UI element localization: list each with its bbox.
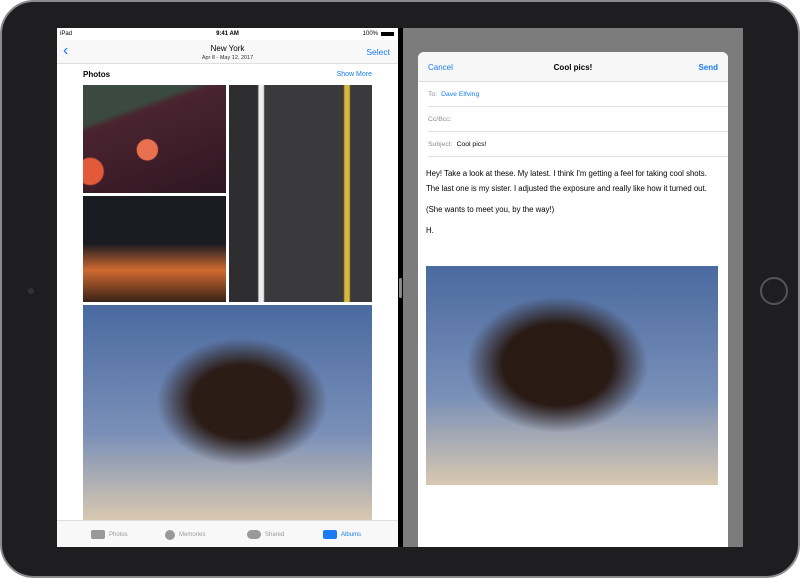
compose-sheet: Cancel Cool pics! Send To: Dave Elfving C… xyxy=(418,52,728,547)
screen: iPad 9:41 AM 100% ‹ New York Apr 8 - May… xyxy=(57,28,743,547)
photo-grapefruit[interactable] xyxy=(83,85,226,193)
cc-bcc-field[interactable]: Cc/Bcc: xyxy=(428,107,728,132)
nav-bar: ‹ New York Apr 8 - May 12, 2017 Select xyxy=(57,40,398,64)
photo-street[interactable] xyxy=(229,85,372,302)
battery-icon xyxy=(381,32,394,36)
tab-bar: Photos Memories Shared Albums xyxy=(57,520,398,547)
albums-icon xyxy=(323,530,337,539)
compose-header: Cancel Cool pics! Send xyxy=(418,52,728,82)
tab-albums[interactable]: Albums xyxy=(323,530,361,539)
to-label: To: xyxy=(428,91,438,98)
cloud-icon xyxy=(247,530,261,539)
to-field[interactable]: To: Dave Elfving xyxy=(428,82,728,107)
battery-percent: 100% xyxy=(362,31,378,37)
compose-title: Cool pics! xyxy=(553,63,593,72)
mail-app-dimmed: Cancel Cool pics! Send To: Dave Elfving C… xyxy=(403,28,743,547)
divider-handle[interactable] xyxy=(399,278,402,298)
send-button[interactable]: Send xyxy=(698,63,718,72)
cc-label: Cc/Bcc: xyxy=(428,116,452,123)
tab-memories[interactable]: Memories xyxy=(165,530,205,540)
status-bar: iPad 9:41 AM 100% xyxy=(57,28,398,40)
section-title: Photos xyxy=(83,70,111,79)
tab-photos[interactable]: Photos xyxy=(91,530,128,539)
subject-value: Cool pics! xyxy=(456,141,487,148)
body-signature: H. xyxy=(426,226,434,235)
body-paragraph: (She wants to meet you, by the way!) xyxy=(426,205,555,214)
subject-label: Subject: xyxy=(428,141,453,148)
photo-portrait[interactable] xyxy=(83,305,372,520)
subject-field[interactable]: Subject: Cool pics! xyxy=(428,132,728,157)
photo-silhouettes[interactable] xyxy=(83,196,226,302)
album-date-range: Apr 8 - May 12, 2017 xyxy=(201,55,254,61)
tab-label: Albums xyxy=(341,531,362,538)
recipient-token[interactable]: Dave Elfving xyxy=(441,91,479,98)
tab-label: Photos xyxy=(109,531,128,538)
photos-app: iPad 9:41 AM 100% ‹ New York Apr 8 - May… xyxy=(57,28,398,547)
tab-label: Shared xyxy=(265,531,285,538)
attached-photo[interactable] xyxy=(426,266,718,485)
home-button[interactable] xyxy=(760,277,788,305)
memories-icon xyxy=(165,530,175,540)
body-paragraph: Hey! Take a look at these. My latest. I … xyxy=(426,169,707,193)
show-more-link[interactable]: Show More xyxy=(337,71,372,78)
camera xyxy=(28,288,34,294)
album-title: New York xyxy=(210,44,245,53)
photos-icon xyxy=(91,530,105,539)
select-button[interactable]: Select xyxy=(366,47,390,57)
message-body[interactable]: Hey! Take a look at these. My latest. I … xyxy=(418,157,728,238)
clock: 9:41 AM xyxy=(216,31,239,37)
tab-label: Memories xyxy=(179,532,206,538)
tab-shared[interactable]: Shared xyxy=(247,530,284,539)
